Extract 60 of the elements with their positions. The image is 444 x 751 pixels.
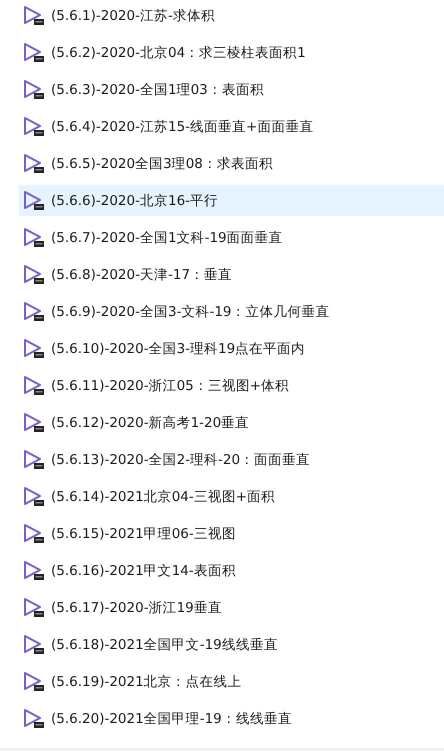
video-file-icon (23, 5, 45, 26)
file-row[interactable]: (5.6.7)-2020-全国1文科-19面面垂直 (19, 222, 444, 253)
file-name: (5.6.19)-2021北京：点在线上 (51, 672, 242, 690)
video-file-icon (23, 523, 45, 544)
file-name: (5.6.8)-2020-天津-17：垂直 (51, 266, 232, 284)
video-file-icon (23, 486, 45, 507)
file-row[interactable]: (5.6.8)-2020-天津-17：垂直 (19, 259, 444, 290)
file-name: (5.6.3)-2020-全国1理03：表面积 (51, 80, 264, 98)
file-name: (5.6.16)-2021甲文14-表面积 (51, 562, 236, 580)
file-name: (5.6.1)-2020-江苏-求体积 (51, 6, 215, 24)
file-name: (5.6.12)-2020-新高考1-20垂直 (51, 414, 250, 432)
file-row[interactable]: (5.6.2)-2020-北京04：求三棱柱表面积1 (19, 37, 444, 68)
file-name: (5.6.2)-2020-北京04：求三棱柱表面积1 (51, 44, 306, 62)
video-file-icon (23, 227, 45, 248)
file-name: (5.6.14)-2021北京04-三视图+面积 (51, 488, 276, 506)
file-row[interactable]: (5.6.19)-2021北京：点在线上 (19, 666, 444, 697)
file-row[interactable]: (5.6.6)-2020-北京16-平行 (19, 185, 444, 216)
video-file-icon (23, 116, 45, 137)
file-name: (5.6.9)-2020-全国3-文科-19：立体几何垂直 (51, 302, 330, 320)
file-name: (5.6.7)-2020-全国1文科-19面面垂直 (51, 228, 283, 246)
video-file-icon (23, 671, 45, 692)
file-row[interactable]: (5.6.14)-2021北京04-三视图+面积 (19, 481, 444, 512)
video-file-icon (23, 301, 45, 322)
file-row[interactable]: (5.6.18)-2021全国甲文-19线线垂直 (19, 629, 444, 660)
file-name: (5.6.17)-2020-浙江19垂直 (51, 598, 222, 616)
file-row[interactable]: (5.6.9)-2020-全国3-文科-19：立体几何垂直 (19, 296, 444, 327)
video-file-icon (23, 338, 45, 359)
file-name: (5.6.10)-2020-全国3-理科19点在平面内 (51, 340, 306, 358)
file-row[interactable]: (5.6.5)-2020全国3理08：求表面积 (19, 148, 444, 179)
file-row[interactable]: (5.6.17)-2020-浙江19垂直 (19, 592, 444, 623)
file-row[interactable]: (5.6.16)-2021甲文14-表面积 (19, 555, 444, 586)
file-row[interactable]: (5.6.3)-2020-全国1理03：表面积 (19, 74, 444, 105)
file-name: (5.6.6)-2020-北京16-平行 (51, 192, 218, 210)
file-name: (5.6.13)-2020-全国2-理科-20：面面垂直 (51, 450, 310, 468)
file-row[interactable]: (5.6.11)-2020-浙江05：三视图+体积 (19, 370, 444, 401)
video-file-icon (23, 412, 45, 433)
file-row[interactable]: (5.6.13)-2020-全国2-理科-20：面面垂直 (19, 444, 444, 475)
video-file-icon (23, 264, 45, 285)
file-name: (5.6.5)-2020全国3理08：求表面积 (51, 154, 273, 172)
file-name: (5.6.20)-2021全国甲理-19：线线垂直 (51, 710, 292, 728)
video-file-icon (23, 560, 45, 581)
video-file-icon (23, 375, 45, 396)
file-name: (5.6.18)-2021全国甲文-19线线垂直 (51, 636, 278, 654)
video-file-icon (23, 708, 45, 729)
video-file-icon (23, 153, 45, 174)
file-name: (5.6.4)-2020-江苏15-线面垂直+面面垂直 (51, 118, 314, 136)
file-row[interactable]: (5.6.4)-2020-江苏15-线面垂直+面面垂直 (19, 111, 444, 142)
video-file-icon (23, 190, 45, 211)
file-name: (5.6.15)-2021甲理06-三视图 (51, 524, 236, 542)
video-file-icon (23, 449, 45, 470)
video-file-icon (23, 634, 45, 655)
video-file-icon (23, 79, 45, 100)
file-name: (5.6.11)-2020-浙江05：三视图+体积 (51, 376, 290, 394)
file-row[interactable]: (5.6.10)-2020-全国3-理科19点在平面内 (19, 333, 444, 364)
file-row[interactable]: (5.6.15)-2021甲理06-三视图 (19, 518, 444, 549)
video-file-icon (23, 42, 45, 63)
file-row[interactable]: (5.6.20)-2021全国甲理-19：线线垂直 (19, 703, 444, 734)
file-row[interactable]: (5.6.12)-2020-新高考1-20垂直 (19, 407, 444, 438)
file-row[interactable]: (5.6.1)-2020-江苏-求体积 (19, 0, 444, 31)
video-file-icon (23, 597, 45, 618)
